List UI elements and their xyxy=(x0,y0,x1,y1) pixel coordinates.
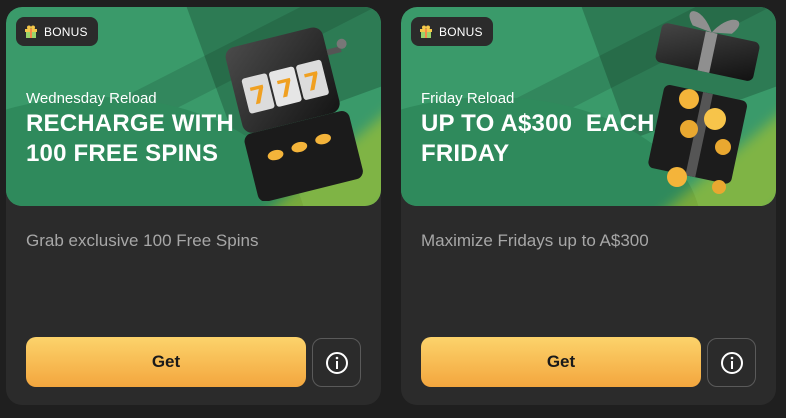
gift-icon xyxy=(25,25,37,38)
promo-banner: BONUS Friday Reload UP TO A$300 EACH FRI… xyxy=(401,7,776,206)
promo-subtitle: Wednesday Reload xyxy=(26,90,157,107)
slot-machine-icon: 7 7 7 xyxy=(225,27,363,201)
info-button[interactable] xyxy=(312,338,361,387)
gift-icon xyxy=(420,25,432,38)
gift-box-coins-icon xyxy=(648,11,760,194)
get-bonus-button[interactable]: Get xyxy=(26,337,306,387)
promo-description: Maximize Fridays up to A$300 xyxy=(421,231,649,250)
info-icon xyxy=(720,351,743,374)
promo-card-wednesday: BONUS Wednesday Reload RECHARGE WITH 100… xyxy=(6,7,381,405)
get-bonus-button[interactable]: Get xyxy=(421,337,701,387)
bonus-badge: BONUS xyxy=(16,17,98,46)
info-icon xyxy=(325,351,348,374)
promotions-grid: BONUS Wednesday Reload RECHARGE WITH 100… xyxy=(0,0,786,418)
promo-banner: BONUS Wednesday Reload RECHARGE WITH 100… xyxy=(6,7,381,206)
bonus-badge-label: BONUS xyxy=(439,24,483,39)
bonus-badge: BONUS xyxy=(411,17,493,46)
promo-description: Grab exclusive 100 Free Spins xyxy=(26,231,259,250)
info-button[interactable] xyxy=(707,338,756,387)
promo-subtitle: Friday Reload xyxy=(421,90,515,107)
bonus-badge-label: BONUS xyxy=(44,24,88,39)
promo-card-friday: BONUS Friday Reload UP TO A$300 EACH FRI… xyxy=(401,7,776,405)
